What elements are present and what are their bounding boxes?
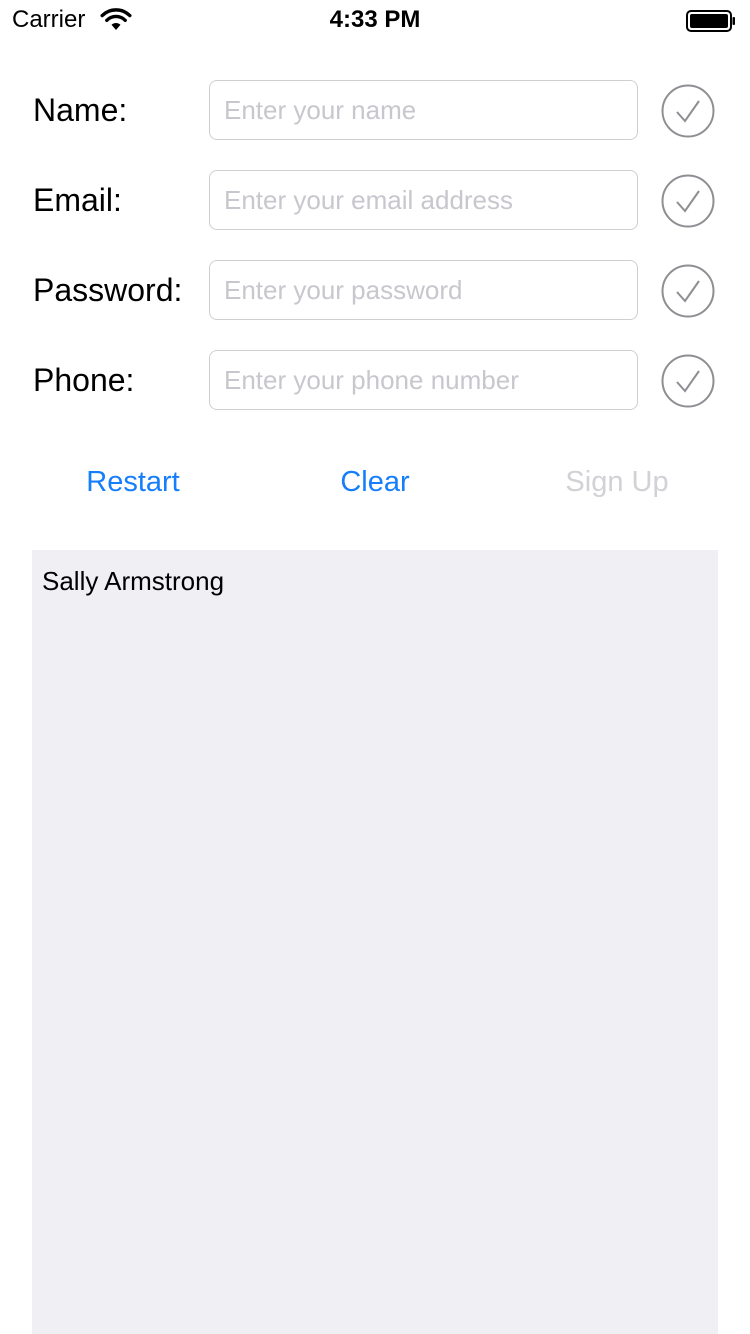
form-row-password: Password: — [0, 260, 750, 320]
output-text-view[interactable]: Sally Armstrong — [32, 550, 718, 1334]
phone-input[interactable] — [209, 350, 638, 410]
restart-button[interactable]: Restart — [33, 460, 233, 504]
checkmark-circle-icon — [661, 354, 715, 408]
phone-label: Phone: — [33, 362, 135, 398]
form-row-email: Email: — [0, 170, 750, 230]
checkmark-circle-icon — [661, 264, 715, 318]
signup-screen: Carrier 4:33 PM Name: Email: Password: — [0, 0, 750, 1334]
clear-button[interactable]: Clear — [275, 460, 475, 504]
name-label: Name: — [33, 92, 128, 128]
status-time: 4:33 PM — [329, 6, 421, 33]
name-input[interactable] — [209, 80, 638, 140]
password-label: Password: — [33, 272, 183, 308]
sign-up-button[interactable]: Sign Up — [517, 460, 717, 504]
form-row-name: Name: — [0, 80, 750, 140]
email-input[interactable] — [209, 170, 638, 230]
status-bar: Carrier 4:33 PM — [0, 0, 750, 40]
output-text: Sally Armstrong — [42, 566, 225, 596]
checkmark-circle-icon — [661, 84, 715, 138]
password-input[interactable] — [209, 260, 638, 320]
form-row-phone: Phone: — [0, 350, 750, 410]
battery-icon — [686, 10, 735, 32]
email-label: Email: — [33, 182, 122, 218]
checkmark-circle-icon — [661, 174, 715, 228]
